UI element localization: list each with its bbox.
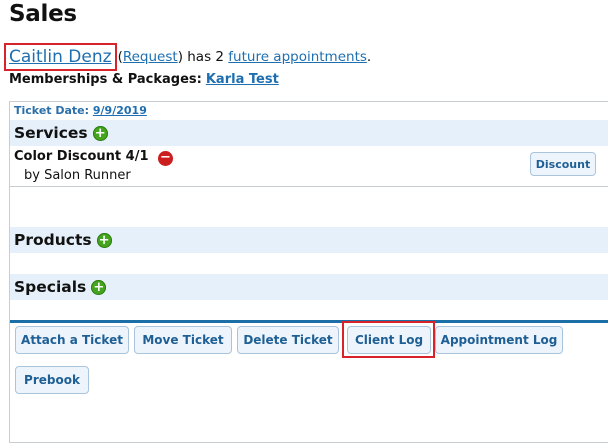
add-special-icon[interactable]: + [91,279,107,295]
prebook-button[interactable]: Prebook [15,366,89,394]
service-item-provider: by Salon Runner [24,168,131,183]
ticket-date-link[interactable]: 9/9/2019 [93,104,147,117]
membership-link[interactable]: Karla Test [206,72,279,87]
ticket-panel: Ticket Date: 9/9/2019 Services + Color D… [9,101,608,443]
client-summary: Caitlin Denz (Request) has 2 future appo… [4,43,371,71]
appointment-log-button[interactable]: Appointment Log [435,326,563,354]
services-section-header: Services + [10,120,608,146]
move-ticket-button[interactable]: Move Ticket [134,326,232,354]
delete-ticket-button[interactable]: Delete Ticket [237,326,339,354]
ticket-date-label: Ticket Date: [14,104,90,117]
request-link[interactable]: Request [123,49,178,65]
service-item-name: Color Discount 4/1 [14,149,149,164]
remove-service-icon[interactable]: − [158,151,173,166]
ticket-date: Ticket Date: 9/9/2019 [14,104,147,117]
actions-divider [10,320,608,323]
specials-label: Specials [14,278,87,296]
services-label: Services [14,124,88,142]
client-log-highlight [342,321,435,358]
service-row-divider [10,186,608,187]
memberships-line: Memberships & Packages: Karla Test [9,72,279,87]
future-appointments-link[interactable]: future appointments [228,49,367,65]
memberships-label: Memberships & Packages: [9,72,202,87]
attach-ticket-button[interactable]: Attach a Ticket [15,326,129,354]
specials-section-header: Specials + [10,274,608,300]
client-name-link[interactable]: Caitlin Denz [9,47,112,67]
period: . [366,49,372,65]
appointments-text: ) has 2 [177,49,229,65]
discount-button[interactable]: Discount [530,152,596,176]
page-title: Sales [9,1,77,27]
products-section-header: Products + [10,227,608,253]
add-product-icon[interactable]: + [96,232,112,248]
add-service-icon[interactable]: + [92,125,108,141]
products-label: Products [14,231,92,249]
client-highlight: Caitlin Denz [4,43,117,71]
